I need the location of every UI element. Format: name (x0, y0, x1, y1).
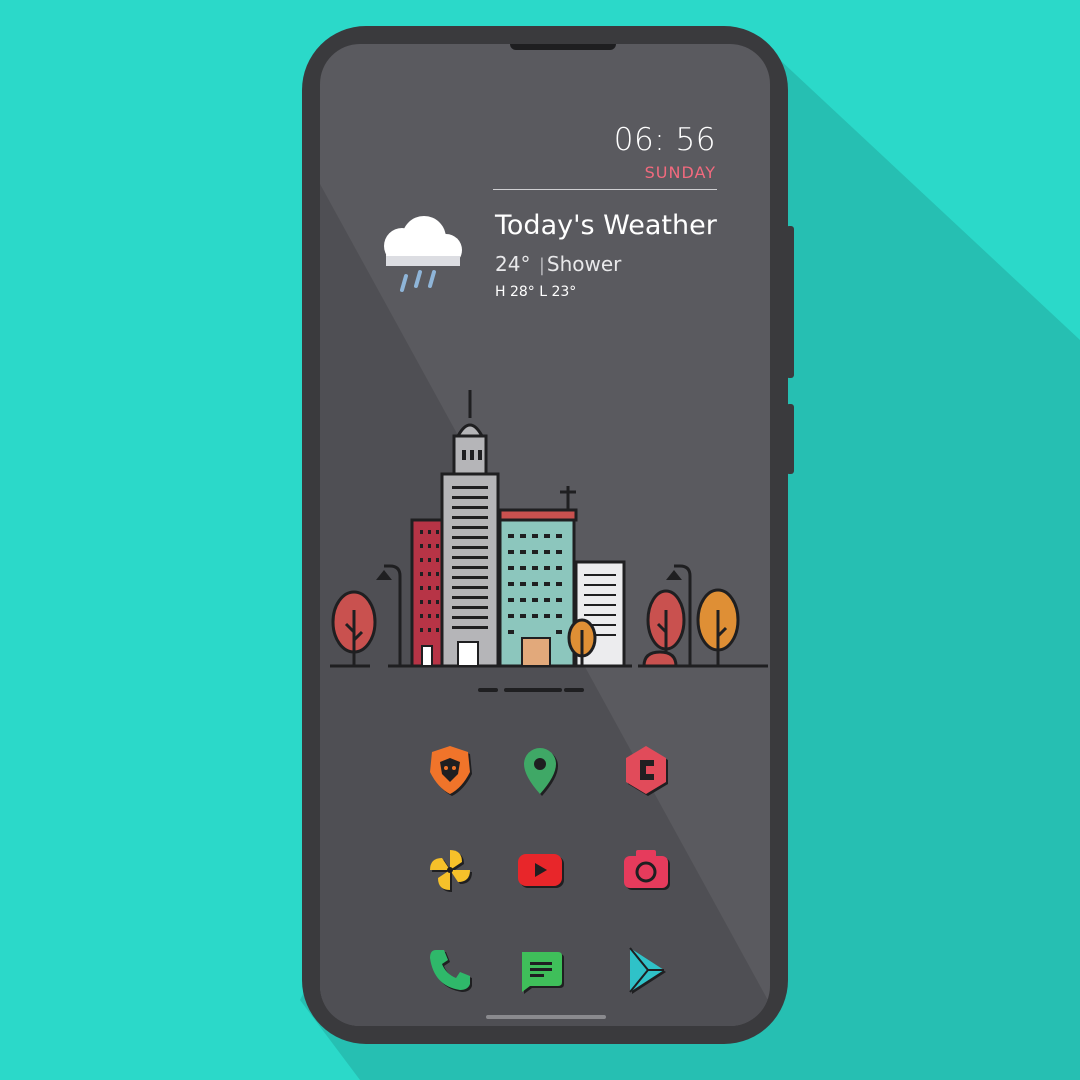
phone-device: 06: 56 SUNDAY Today's Weather 24° | Showe… (302, 26, 794, 1044)
clock-day: SUNDAY (644, 163, 716, 182)
app-c-icon[interactable] (618, 742, 674, 798)
weather-summary: 24° | Shower (495, 252, 621, 276)
youtube-icon[interactable] (512, 842, 568, 898)
volume-button (786, 226, 794, 378)
brave-icon[interactable] (422, 742, 478, 798)
notch (510, 44, 616, 50)
pinwheel-icon[interactable] (422, 842, 478, 898)
weather-condition: Shower (546, 252, 622, 276)
maps-icon[interactable] (512, 742, 568, 798)
left-tree (331, 590, 377, 666)
home-gesture-bar[interactable] (486, 1015, 606, 1019)
home-screen: 06: 56 SUNDAY Today's Weather 24° | Showe… (320, 44, 770, 1026)
tower-building (440, 390, 500, 668)
weather-separator: | (538, 255, 545, 276)
city-wallpaper-illustration (330, 390, 768, 692)
weather-high-low: H 28° L 23° (495, 284, 577, 300)
rain-cloud-icon[interactable] (372, 212, 468, 296)
camera-icon[interactable] (618, 842, 674, 898)
teal-building (498, 486, 578, 668)
power-button (786, 404, 794, 474)
red-building (410, 518, 444, 668)
weather-temperature: 24° (495, 252, 531, 276)
ground-line (330, 664, 768, 692)
messages-icon[interactable] (512, 942, 568, 998)
play-store-icon[interactable] (618, 942, 674, 998)
right-trees (642, 564, 740, 668)
phone-icon[interactable] (422, 942, 478, 998)
left-lamp (376, 564, 402, 666)
weather-title[interactable]: Today's Weather (495, 210, 717, 241)
widget-divider (493, 189, 717, 190)
clock-time: 06: 56 (613, 122, 716, 158)
